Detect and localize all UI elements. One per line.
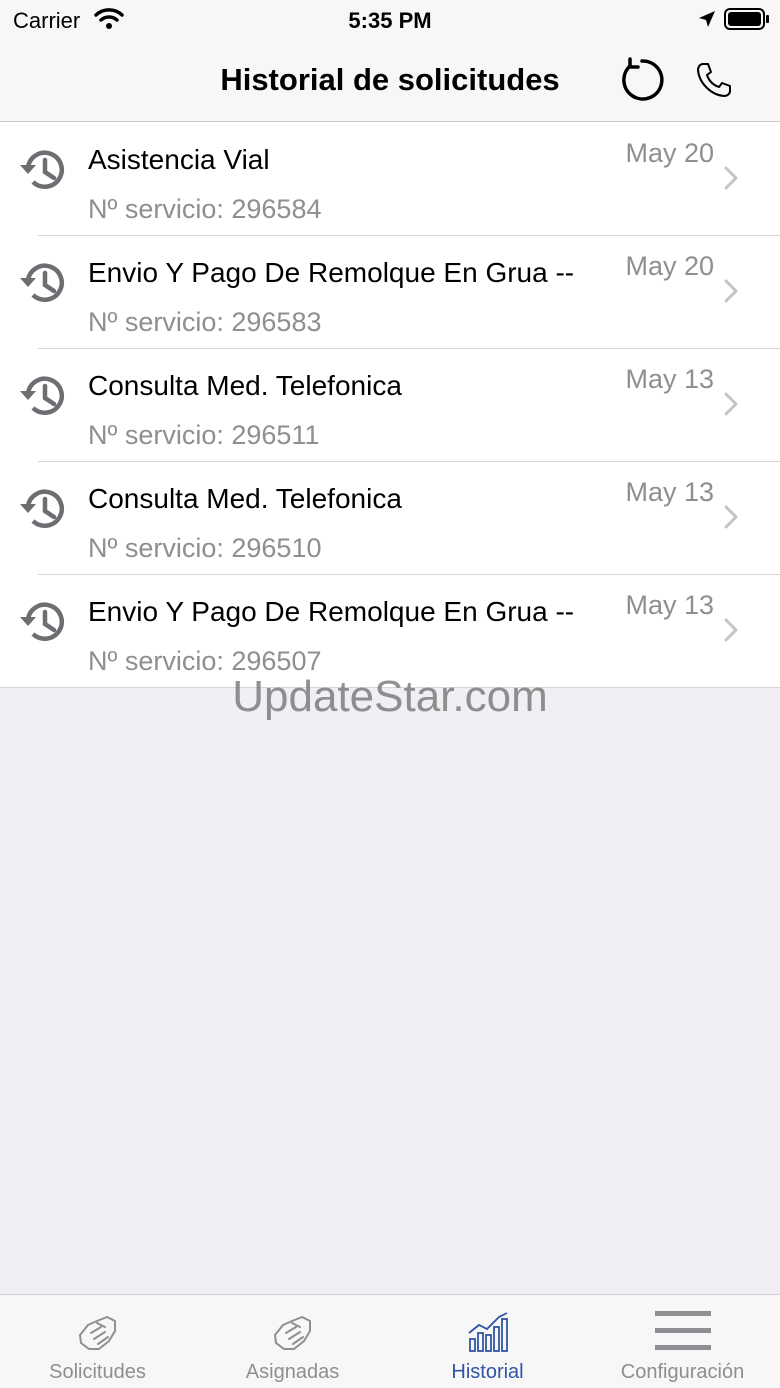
- history-row[interactable]: Asistencia Vial Nº servicio: 296584 May …: [0, 122, 780, 235]
- battery-icon: [724, 8, 770, 35]
- history-row[interactable]: Consulta Med. Telefonica Nº servicio: 29…: [0, 348, 780, 461]
- tab-historial[interactable]: Historial: [390, 1295, 585, 1388]
- status-time: 5:35 PM: [348, 8, 432, 33]
- request-date: May 20: [625, 251, 714, 281]
- chevron-right-icon: [722, 390, 740, 418]
- tab-label: Configuración: [620, 1361, 745, 1383]
- chevron-right-icon: [722, 277, 740, 305]
- request-title: Asistencia Vial: [88, 144, 270, 175]
- request-date: May 13: [625, 477, 714, 507]
- history-row[interactable]: Consulta Med. Telefonica Nº servicio: 29…: [0, 461, 780, 574]
- handshake-icon: [0, 1309, 195, 1355]
- watermark-text: UpdateStar.com: [232, 672, 548, 721]
- tab-solicitudes[interactable]: Solicitudes: [0, 1295, 195, 1388]
- history-icon: [17, 370, 69, 422]
- request-date: May 13: [625, 590, 714, 620]
- request-title: Consulta Med. Telefonica: [88, 483, 402, 514]
- tab-configuracion[interactable]: Configuración: [585, 1295, 780, 1388]
- request-date: May 13: [625, 364, 714, 394]
- call-button[interactable]: [694, 60, 734, 100]
- history-row[interactable]: Envio Y Pago De Remolque En Grua -- Nº s…: [0, 574, 780, 687]
- location-arrow-icon: [697, 9, 717, 34]
- handshake-icon: [195, 1309, 390, 1355]
- chevron-right-icon: [722, 164, 740, 192]
- tab-asignadas[interactable]: Asignadas: [195, 1295, 390, 1388]
- request-date: May 20: [625, 138, 714, 168]
- navigation-bar: Historial de solicitudes: [0, 40, 780, 122]
- phone-icon: [697, 63, 731, 97]
- request-title: Envio Y Pago De Remolque En Grua --: [88, 257, 575, 288]
- service-number: Nº servicio: 296511: [88, 420, 320, 450]
- chevron-right-icon: [722, 503, 740, 531]
- status-bar: Carrier 5:35 PM: [0, 0, 780, 40]
- history-icon: [17, 483, 69, 535]
- tab-label: Historial: [451, 1361, 524, 1383]
- service-number: Nº servicio: 296584: [88, 194, 322, 224]
- request-title: Consulta Med. Telefonica: [88, 370, 402, 401]
- service-number: Nº servicio: 296583: [88, 307, 322, 337]
- service-number: Nº servicio: 296510: [88, 533, 322, 563]
- menu-icon: [585, 1309, 780, 1355]
- tab-bar: Solicitudes Asignadas Historial Configur…: [0, 1294, 780, 1388]
- history-icon: [17, 596, 69, 648]
- history-row[interactable]: Envio Y Pago De Remolque En Grua -- Nº s…: [0, 235, 780, 348]
- history-icon: [17, 257, 69, 309]
- history-icon: [17, 144, 69, 196]
- refresh-button[interactable]: [618, 56, 666, 104]
- tab-label: Asignadas: [245, 1361, 340, 1383]
- bar-chart-icon: [390, 1309, 585, 1355]
- tab-label: Solicitudes: [49, 1361, 146, 1383]
- chevron-right-icon: [722, 616, 740, 644]
- request-title: Envio Y Pago De Remolque En Grua --: [88, 596, 575, 627]
- refresh-icon: [622, 57, 664, 101]
- request-history-list: Asistencia Vial Nº servicio: 296584 May …: [0, 122, 780, 688]
